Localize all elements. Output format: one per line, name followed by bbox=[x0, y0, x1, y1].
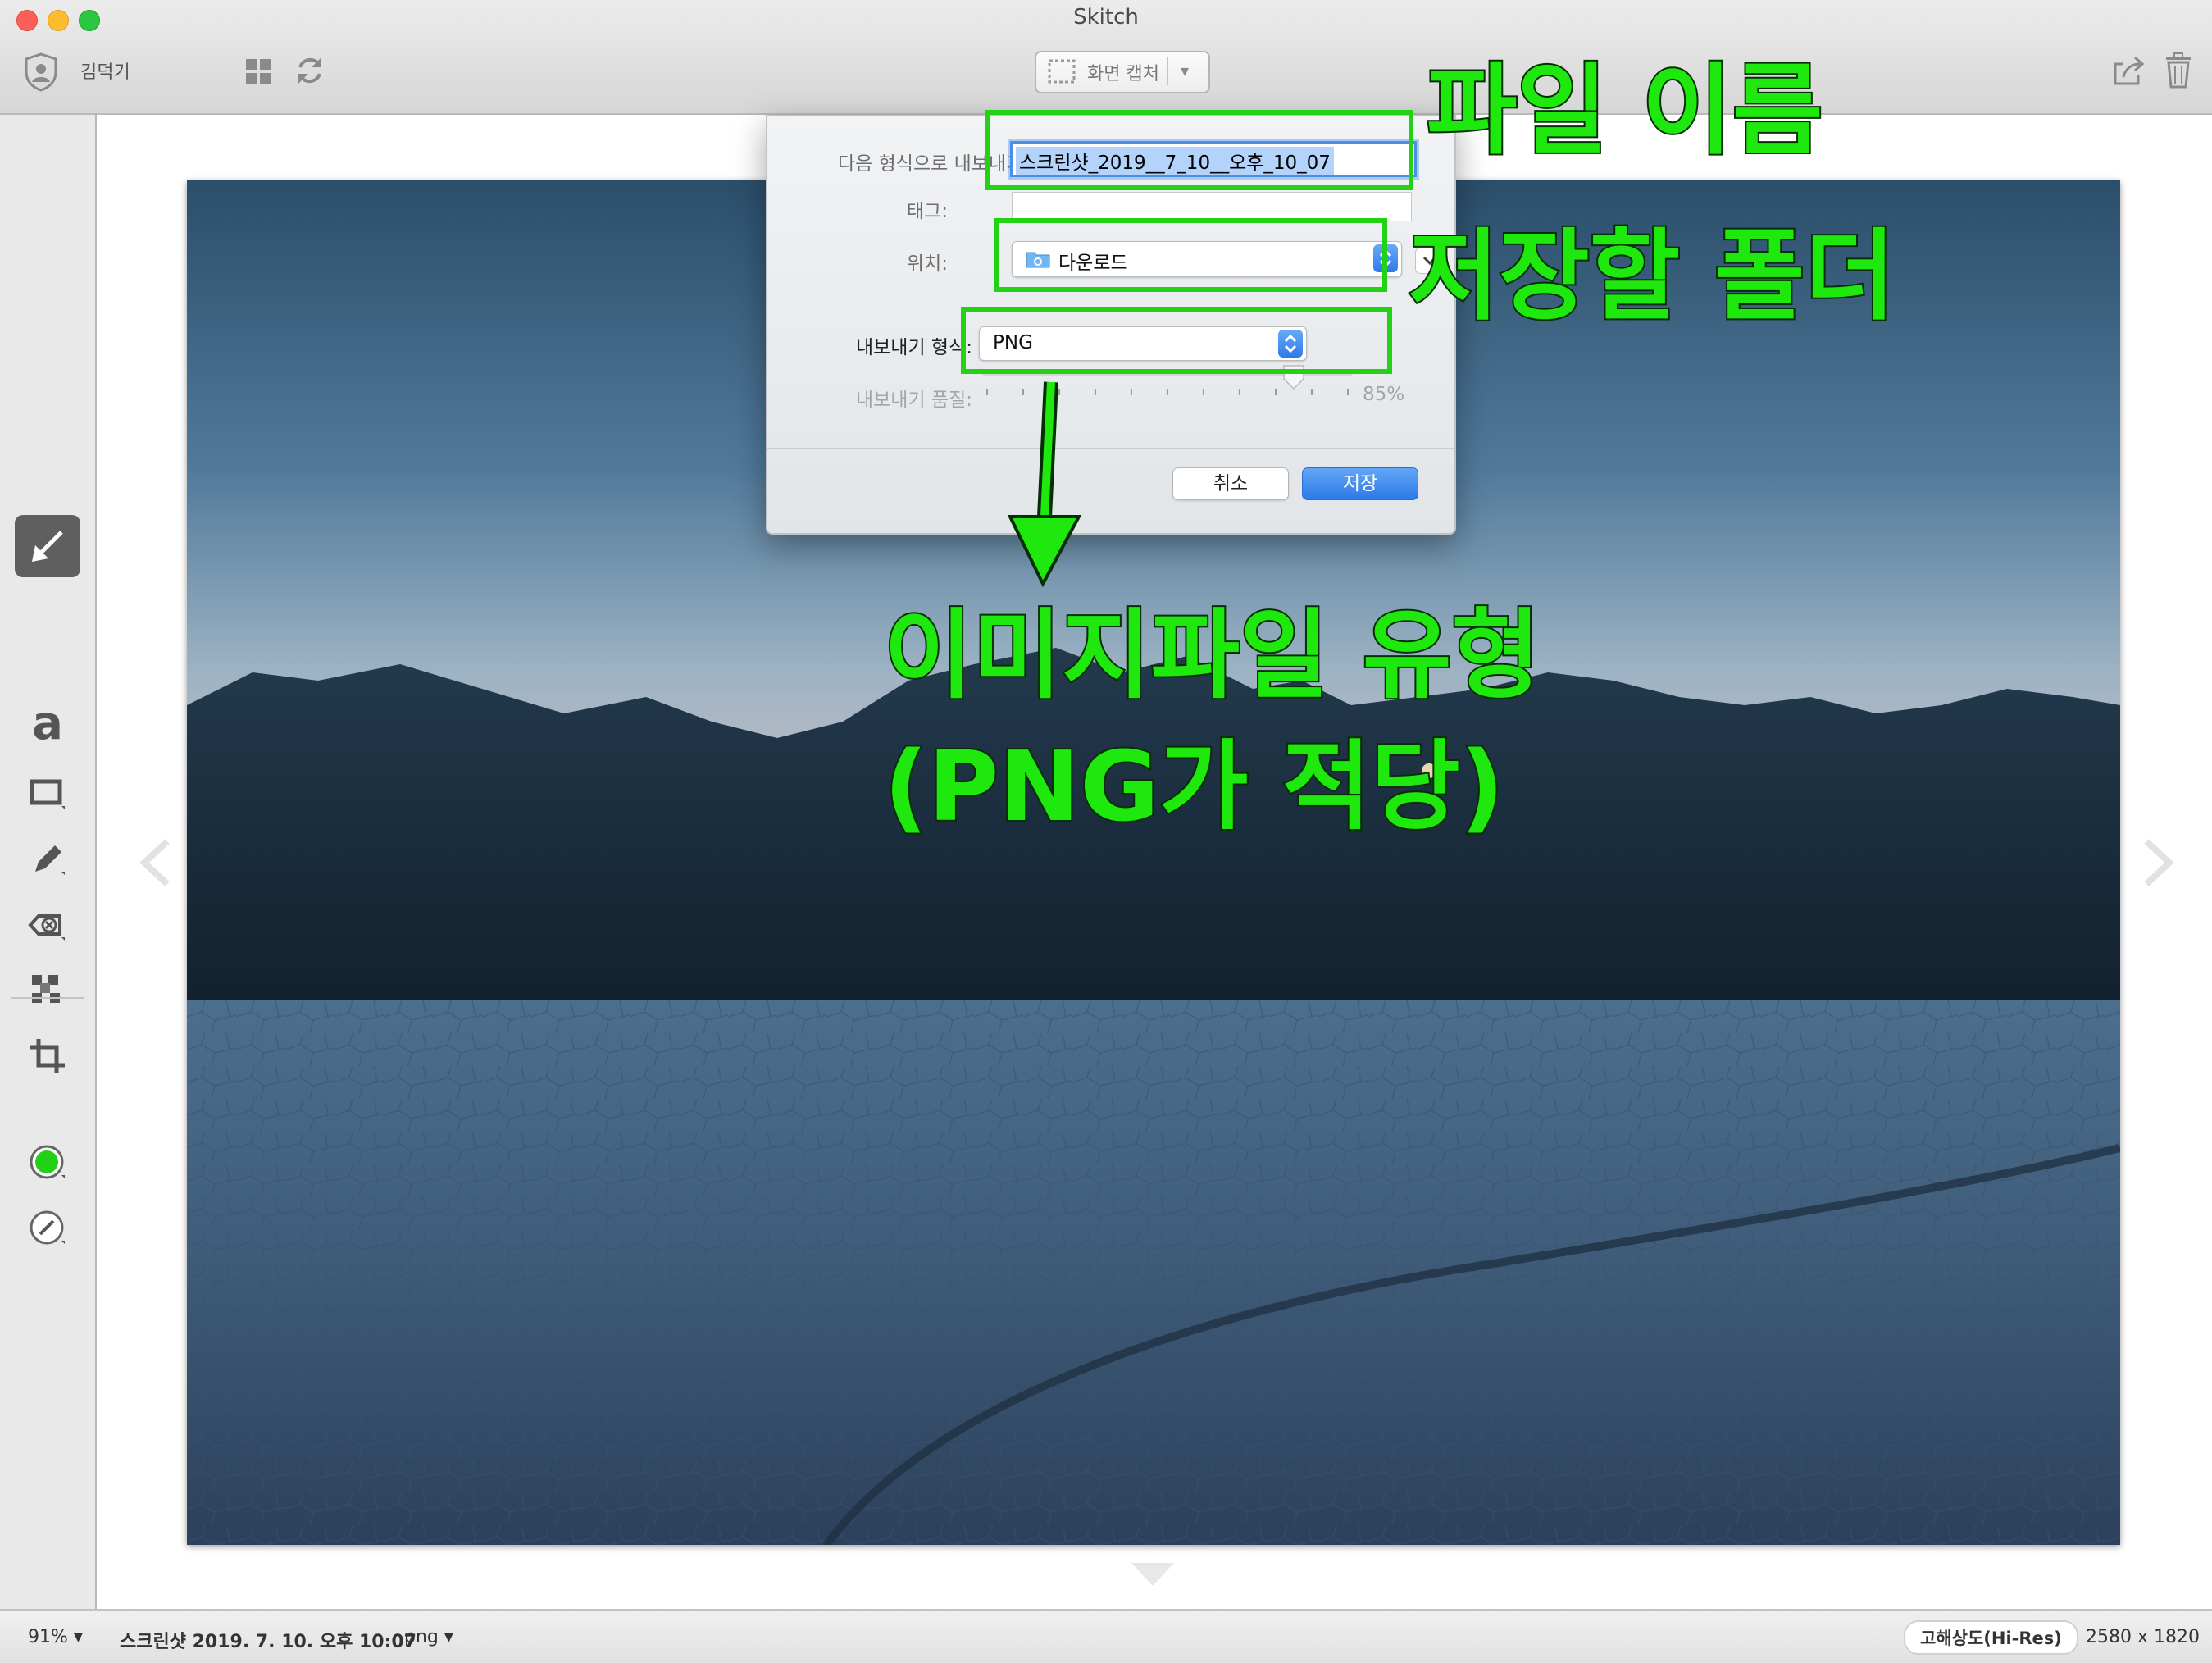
stroke-size-icon bbox=[30, 1210, 65, 1245]
annotation-filetype-line2: (PNG가 적당) bbox=[882, 730, 1506, 843]
quality-value: 85% bbox=[1363, 384, 1405, 405]
share-button[interactable] bbox=[2112, 54, 2145, 87]
annotation-filename: 파일 이름 bbox=[1425, 54, 1824, 168]
zoom-level[interactable]: 91% ▾ bbox=[28, 1627, 83, 1647]
filename-highlight-box bbox=[985, 110, 1413, 190]
sync-icon bbox=[298, 57, 321, 84]
where-label: 위치: bbox=[906, 253, 948, 275]
cancel-button[interactable]: 취소 bbox=[1172, 467, 1289, 500]
quality-label: 내보내기 품질: bbox=[855, 390, 972, 411]
image-dimensions: 2580 x 1820 bbox=[2086, 1627, 2200, 1647]
annotation-filetype-line1: 이미지파일 유형 bbox=[882, 599, 1542, 712]
status-bar: 91% ▾ 스크린샷 2019. 7. 10. 오후 10:07 .png ▾ … bbox=[0, 1609, 2212, 1663]
pen-tool-button[interactable] bbox=[15, 828, 80, 891]
crop-tool-icon bbox=[30, 1039, 65, 1073]
capture-label: 화면 캡처 bbox=[1087, 64, 1159, 84]
capture-divider bbox=[1167, 57, 1168, 85]
user-shield-icon bbox=[25, 52, 57, 92]
tools-separator bbox=[11, 997, 84, 999]
share-icon bbox=[2114, 56, 2145, 85]
file-name[interactable]: 스크린샷 2019. 7. 10. 오후 10:07 bbox=[120, 1627, 416, 1653]
stamp-tool-button[interactable] bbox=[15, 894, 80, 956]
arrow-tool-icon bbox=[32, 531, 63, 562]
expand-down-icon[interactable] bbox=[1128, 1558, 1177, 1591]
color-picker-icon bbox=[30, 1145, 65, 1179]
crop-tool-button[interactable] bbox=[15, 1025, 80, 1087]
save-button[interactable]: 저장 bbox=[1302, 467, 1418, 500]
dialog-separator bbox=[767, 448, 1454, 449]
trash-button[interactable] bbox=[2164, 52, 2192, 89]
pixelate-tool-icon bbox=[32, 975, 60, 1003]
screen-capture-button[interactable]: 화면 캡처 ▾ bbox=[1035, 51, 1210, 93]
next-image-icon[interactable] bbox=[2141, 838, 2174, 887]
tags-label: 태그: bbox=[906, 201, 948, 222]
user-name[interactable]: 김덕기 bbox=[80, 57, 130, 84]
user-account-button[interactable] bbox=[23, 52, 59, 92]
tool-sidebar: a bbox=[0, 115, 97, 1609]
stroke-size-button[interactable] bbox=[15, 1197, 80, 1260]
stamp-tool-icon bbox=[28, 914, 65, 941]
chevron-down-icon[interactable]: ▾ bbox=[1181, 61, 1189, 80]
file-extension: .png bbox=[398, 1627, 439, 1647]
pen-tool-icon bbox=[35, 845, 65, 875]
tags-input[interactable] bbox=[1012, 192, 1412, 221]
folder-highlight-box bbox=[994, 218, 1387, 292]
grid-icon bbox=[246, 59, 271, 84]
pixelate-tool-button[interactable] bbox=[15, 959, 80, 1022]
grid-view-button[interactable] bbox=[244, 57, 272, 85]
annotation-folder: 저장할 폴더 bbox=[1407, 220, 1897, 334]
format-label: 내보내기 형식: bbox=[855, 337, 972, 358]
previous-image-icon[interactable] bbox=[139, 838, 172, 887]
sync-button[interactable] bbox=[294, 54, 326, 87]
file-extension-select[interactable]: .png ▾ bbox=[398, 1627, 453, 1647]
text-tool-button[interactable]: a bbox=[15, 697, 80, 759]
title-bar: Skitch 김덕기 화면 캡처 ▾ bbox=[0, 0, 2212, 115]
zoom-value: 91% bbox=[28, 1627, 68, 1647]
format-highlight-box bbox=[961, 307, 1392, 374]
hires-toggle[interactable]: 고해상도(Hi-Res) bbox=[1904, 1620, 2078, 1655]
annotation-arrow bbox=[1007, 381, 1082, 588]
window-title: Skitch bbox=[1073, 5, 1139, 30]
capture-region-icon bbox=[1048, 59, 1076, 84]
trash-icon bbox=[2166, 52, 2191, 89]
rectangle-tool-icon bbox=[30, 779, 65, 809]
color-picker-button[interactable] bbox=[15, 1132, 80, 1194]
rectangle-tool-button[interactable] bbox=[15, 763, 80, 825]
text-tool-icon: a bbox=[32, 697, 63, 750]
arrow-tool-button[interactable] bbox=[15, 515, 80, 577]
